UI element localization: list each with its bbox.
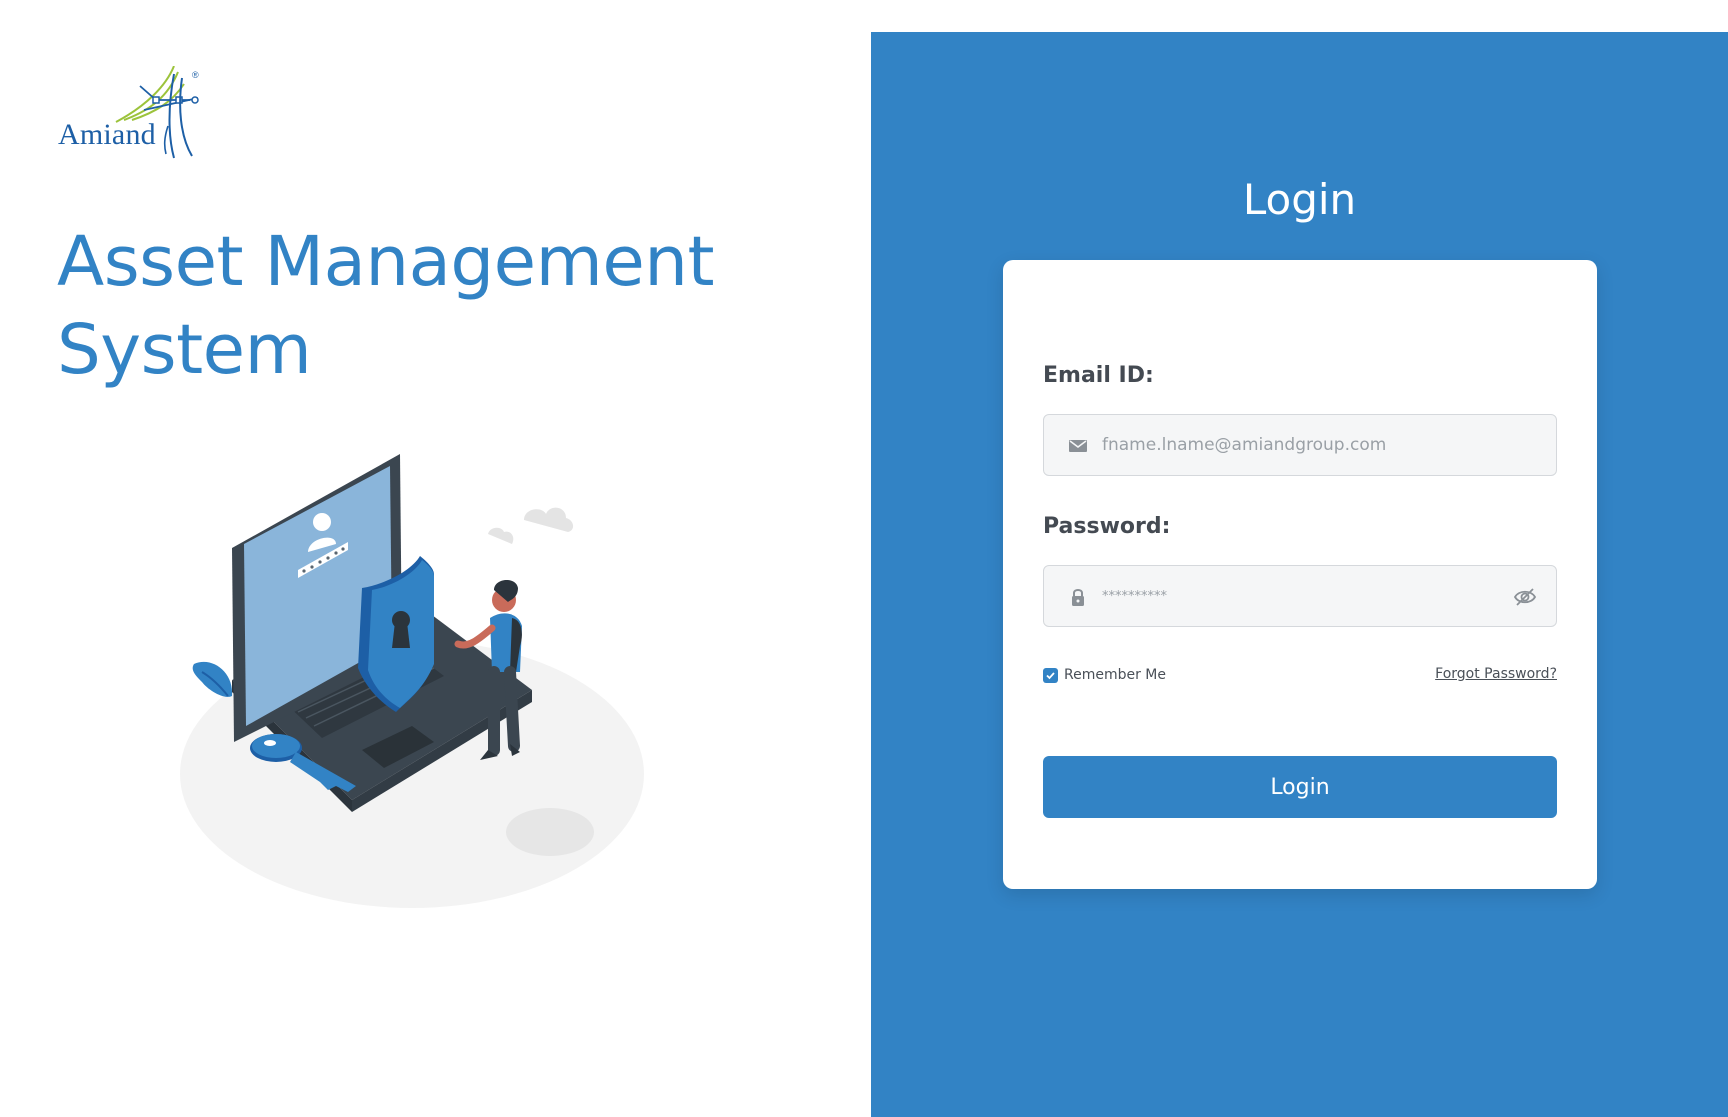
mail-icon (1069, 440, 1087, 452)
password-label: Password: (1043, 514, 1171, 539)
app-title: Asset Management System (57, 218, 757, 394)
registered-mark: ® (192, 70, 199, 80)
lock-icon (1072, 589, 1084, 606)
left-panel: Amiand ® Asset Management System (0, 0, 871, 1117)
remember-me[interactable]: Remember Me (1043, 667, 1166, 683)
password-input[interactable] (1102, 566, 1502, 626)
app-title-line1: Asset Management (57, 222, 715, 302)
amiand-logo: Amiand ® (56, 66, 216, 162)
security-illustration (180, 454, 644, 908)
remember-label: Remember Me (1064, 667, 1166, 683)
eye-slash-icon[interactable] (1512, 584, 1538, 610)
login-card: Email ID: Password: (1003, 260, 1597, 889)
login-panel: Login Email ID: Password: (871, 32, 1728, 1117)
check-icon (1046, 671, 1055, 679)
login-heading: Login (1242, 175, 1357, 224)
forgot-password-link[interactable]: Forgot Password? (1435, 666, 1557, 682)
email-input[interactable] (1102, 415, 1502, 475)
password-field[interactable] (1043, 565, 1557, 627)
remember-checkbox[interactable] (1043, 667, 1058, 683)
logo-wordmark: Amiand (58, 118, 156, 151)
email-field[interactable] (1043, 414, 1557, 476)
app-title-line2: System (57, 310, 312, 390)
email-label: Email ID: (1043, 363, 1154, 388)
login-button[interactable]: Login (1043, 756, 1557, 818)
